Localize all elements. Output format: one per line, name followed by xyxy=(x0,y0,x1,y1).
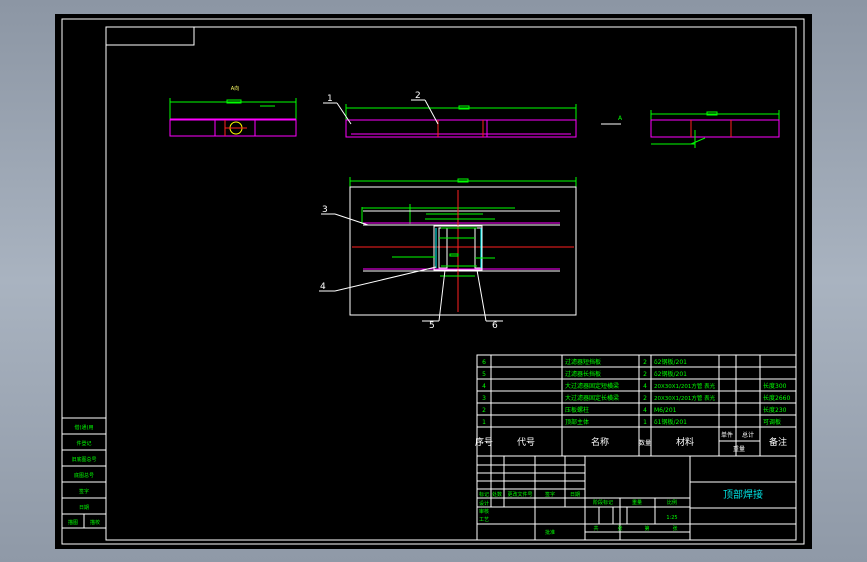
bom-row-4: 2 压板螺柱 4 M6/201 长度230 xyxy=(482,406,787,414)
svg-text:处数: 处数 xyxy=(492,491,502,498)
callout-2: 2 xyxy=(415,91,421,101)
outer-frame xyxy=(61,18,805,545)
svg-text:设计: 设计 xyxy=(479,500,489,507)
svg-text:过滤器短挡板: 过滤器短挡板 xyxy=(565,358,601,366)
svg-text:日期: 日期 xyxy=(570,492,580,498)
strip-cell-4: 签字 xyxy=(79,488,89,495)
callout-4: 4 xyxy=(320,282,326,292)
svg-text:20X30X1/201方管 表光: 20X30X1/201方管 表光 xyxy=(654,394,716,402)
svg-text:20X30X1/201方管 表光: 20X30X1/201方管 表光 xyxy=(654,382,716,390)
callout-1: 1 xyxy=(327,94,333,104)
svg-text:重量: 重量 xyxy=(733,445,745,453)
strip-cell-3: 底图总号 xyxy=(74,472,94,479)
front-view[interactable]: 1 2 xyxy=(323,91,577,138)
bom-row-0: 6 过滤器短挡板 2 δ2钢板/201 xyxy=(482,358,687,366)
svg-text:长度300: 长度300 xyxy=(763,382,787,390)
svg-text:3: 3 xyxy=(482,395,486,402)
bom-header: 序号 代号 名称 数量 材料 单件 总计 重量 备注 xyxy=(475,431,787,453)
svg-text:单件: 单件 xyxy=(721,431,733,439)
view-a-label: A向 xyxy=(231,85,239,92)
svg-text:代号: 代号 xyxy=(517,437,535,448)
svg-text:第: 第 xyxy=(644,525,649,532)
svg-text:可调板: 可调板 xyxy=(763,418,781,426)
svg-text:标记: 标记 xyxy=(479,491,489,498)
svg-text:重量: 重量 xyxy=(632,499,642,506)
svg-text:M6/201: M6/201 xyxy=(654,407,677,414)
svg-text:更改文件号: 更改文件号 xyxy=(507,491,532,498)
bom-row-1: 5 过滤器长挡板 2 δ2钢板/201 xyxy=(482,370,687,378)
strip-cell-7: 描校 xyxy=(90,519,100,526)
svg-text:张: 张 xyxy=(672,525,677,532)
svg-text:4: 4 xyxy=(643,407,647,414)
inner-frame xyxy=(105,26,797,541)
strip-cell-6: 描图 xyxy=(68,519,78,526)
svg-text:2: 2 xyxy=(643,371,647,378)
svg-text:工艺: 工艺 xyxy=(479,517,489,523)
bom-row-2: 4 大过滤器固定短横梁 4 20X30X1/201方管 表光 长度300 xyxy=(482,382,787,390)
scale-value: 1:25 xyxy=(666,515,677,521)
svg-text:过滤器长挡板: 过滤器长挡板 xyxy=(565,370,601,378)
svg-text:δ1钢板/201: δ1钢板/201 xyxy=(654,418,687,426)
svg-text:材料: 材料 xyxy=(676,436,694,448)
strip-cell-5: 日期 xyxy=(79,505,89,511)
svg-text:6: 6 xyxy=(482,359,486,366)
svg-text:4: 4 xyxy=(482,383,486,390)
bom-row-3: 3 大过滤器固定长横梁 2 20X30X1/201方管 表光 长度2660 xyxy=(482,394,790,402)
svg-text:签字: 签字 xyxy=(545,491,555,498)
svg-text:2: 2 xyxy=(643,359,647,366)
svg-text:大过滤器固定长横梁: 大过滤器固定长横梁 xyxy=(565,394,619,402)
svg-text:大过滤器固定短横梁: 大过滤器固定短横梁 xyxy=(565,382,619,390)
plan-view[interactable]: 3 4 5 6 xyxy=(319,177,577,331)
svg-text:压板螺柱: 压板螺柱 xyxy=(565,406,589,414)
svg-text:长度2660: 长度2660 xyxy=(763,394,790,402)
cad-drawing: 借(通)用 件登记 旧底图总号 底图总号 签字 日期 描图 描校 A向 1 2 … xyxy=(61,18,805,545)
svg-text:1: 1 xyxy=(482,419,486,426)
svg-text:审核: 审核 xyxy=(479,508,489,515)
view-marker-a: A xyxy=(601,115,623,125)
svg-text:δ2钢板/201: δ2钢板/201 xyxy=(654,358,687,366)
svg-text:4: 4 xyxy=(643,383,647,390)
cad-viewport[interactable]: 借(通)用 件登记 旧底图总号 底图总号 签字 日期 描图 描校 A向 1 2 … xyxy=(55,14,812,549)
callout-6: 6 xyxy=(492,321,498,331)
svg-text:比例: 比例 xyxy=(667,499,677,506)
svg-text:备注: 备注 xyxy=(769,436,787,448)
svg-text:阶段标记: 阶段标记 xyxy=(593,499,613,506)
svg-text:2: 2 xyxy=(643,395,647,402)
svg-text:2: 2 xyxy=(482,407,486,414)
svg-text:长度230: 长度230 xyxy=(763,406,787,414)
drawing-title: 顶部焊接 xyxy=(723,488,763,501)
svg-text:数量: 数量 xyxy=(639,439,651,447)
strip-cell-1: 件登记 xyxy=(76,440,91,447)
svg-text:批准: 批准 xyxy=(545,529,555,536)
side-view[interactable] xyxy=(650,110,780,148)
strip-cell-0: 借(通)用 xyxy=(75,424,94,431)
svg-text:1: 1 xyxy=(643,419,647,426)
svg-text:总计: 总计 xyxy=(742,431,754,439)
svg-text:A: A xyxy=(618,115,623,122)
svg-text:顶部主体: 顶部主体 xyxy=(565,418,589,426)
view-a[interactable]: A向 xyxy=(169,85,297,137)
svg-text:δ2钢板/201: δ2钢板/201 xyxy=(654,370,687,378)
svg-text:序号: 序号 xyxy=(475,436,493,448)
svg-text:5: 5 xyxy=(482,371,486,378)
callout-5: 5 xyxy=(429,321,435,331)
side-strip: 借(通)用 件登记 旧底图总号 底图总号 签字 日期 描图 描校 xyxy=(61,417,107,529)
svg-text:名称: 名称 xyxy=(591,436,609,448)
svg-text:张: 张 xyxy=(617,525,622,532)
title-block: 标记 处数 更改文件号 签字 日期 设计 审核 工艺 批准 阶段标记 重量 比例… xyxy=(476,455,797,541)
top-left-code-box xyxy=(105,26,195,46)
callout-3: 3 xyxy=(322,205,328,215)
strip-cell-2: 旧底图总号 xyxy=(71,456,96,463)
svg-text:共: 共 xyxy=(593,525,598,532)
bom-table: 6 过滤器短挡板 2 δ2钢板/201 5 过滤器长挡板 2 δ2钢板/201 … xyxy=(475,354,797,457)
